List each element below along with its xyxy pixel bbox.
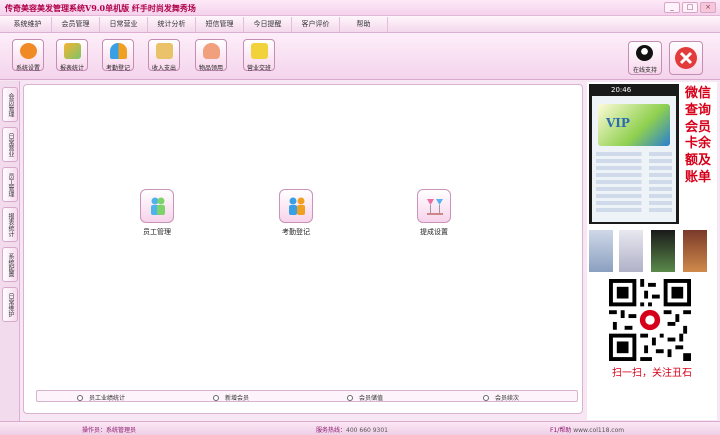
toolbar-label: 报表统计	[59, 65, 84, 72]
sidebar-item-maintenance[interactable]: 日常维护	[2, 287, 18, 322]
menu-daily[interactable]: 日常营业	[100, 17, 148, 32]
toolbar-system-settings-button[interactable]: 系统设置	[12, 39, 44, 72]
radio-label: 新增会员	[225, 395, 250, 402]
phone-list	[596, 152, 672, 215]
radio-circle	[347, 394, 353, 401]
toolbar-label: 物品领用	[198, 65, 223, 72]
qr-code-image	[609, 279, 691, 361]
radio-new-member[interactable]: 新增会员	[213, 393, 249, 402]
exit-x-icon	[675, 47, 697, 69]
title-bar: 传奇美容美发管理系统V9.0单机版 纤手时尚发舞秀场 _ □ ×	[0, 0, 720, 16]
window-title: 传奇美容美发管理系统V9.0单机版 纤手时尚发舞秀场	[5, 3, 196, 13]
commission-settings-label: 提成设置	[420, 228, 448, 236]
radio-label: 会员储值	[359, 395, 384, 402]
menu-stats[interactable]: 统计分析	[148, 17, 196, 32]
menu-member[interactable]: 会员管理	[52, 17, 100, 32]
radio-label: 会员续次	[495, 395, 520, 402]
online-support-button[interactable]: 在线支持	[628, 41, 662, 75]
staff-management-label: 员工管理	[143, 228, 171, 236]
toolbar-label: 收入支出	[151, 65, 176, 72]
toolbar-income-button[interactable]: 收入支出	[148, 39, 180, 72]
hotline-value: 400 660 9301	[346, 427, 389, 434]
sidebar-item-member[interactable]: 会员管理	[2, 87, 18, 122]
staff-management-button[interactable]	[140, 189, 174, 223]
vip-label: VIP	[606, 116, 630, 130]
menu-bar: 系统维护 会员管理 日常营业 统计分析 短信管理 今日提醒 客户评价 帮助	[0, 16, 720, 33]
qr-caption: 扫一扫，关注丑石	[612, 368, 692, 379]
toolbar-handover-button[interactable]: 营业交班	[243, 39, 275, 72]
toolbar-label: 营业交班	[246, 65, 271, 72]
sidebar-item-config[interactable]: 系统配置	[2, 247, 18, 282]
exit-button[interactable]	[669, 41, 703, 75]
thumbnail-image	[651, 230, 675, 272]
sidebar-item-reports[interactable]: 报表统计	[2, 207, 18, 242]
help-status[interactable]: F1/帮助 www.col118.com	[550, 425, 624, 434]
ad-panel: 20:46 VIP 微信查询会员卡余额及账单 扫一扫，关注丑石	[587, 82, 717, 420]
status-bar: 操作员：系统管理员 服务热线：400 660 9301 F1/帮助 www.co…	[0, 421, 720, 435]
handover-icon	[251, 43, 268, 59]
vip-card-image: VIP	[598, 104, 670, 146]
radio-circle	[213, 394, 219, 401]
radio-staff-performance[interactable]: 员工业绩统计	[77, 393, 125, 402]
phone-mockup-image: 20:46 VIP	[589, 84, 679, 224]
sidebar: 会员管理 日常营业 员工管理 报表统计 系统配置 日常维护	[0, 81, 20, 421]
menu-system[interactable]: 系统维护	[4, 17, 52, 32]
radio-circle	[483, 394, 489, 401]
phone-screen: VIP	[592, 96, 676, 222]
staff-icon	[151, 197, 165, 215]
sidebar-item-staff[interactable]: 员工管理	[2, 167, 18, 202]
gear-icon	[20, 43, 37, 59]
toolbar-report-button[interactable]: 报表统计	[56, 39, 88, 72]
help-label: F1/帮助	[550, 427, 572, 434]
minimize-button[interactable]: _	[664, 2, 680, 13]
toolbar-label: 系统设置	[15, 65, 40, 72]
hotline-status: 服务热线：400 660 9301	[316, 425, 388, 434]
menu-sms[interactable]: 短信管理	[196, 17, 244, 32]
menu-feedback[interactable]: 客户评价	[292, 17, 340, 32]
thumbnail-image	[683, 230, 707, 272]
radio-member-renew[interactable]: 会员续次	[483, 393, 519, 402]
commission-icon	[427, 199, 443, 215]
attendance-icon	[110, 43, 127, 59]
toolbar-items-button[interactable]: 物品领用	[195, 39, 227, 72]
online-support-label: 在线支持	[632, 67, 657, 74]
operator-status: 操作员：系统管理员	[82, 425, 136, 434]
attendance-button[interactable]	[279, 189, 313, 223]
toolbar-attendance-button[interactable]: 考勤登记	[102, 39, 134, 72]
attendance-label: 考勤登记	[282, 228, 310, 236]
operator-label: 操作员：	[82, 427, 107, 434]
hotline-label: 服务热线：	[316, 427, 347, 434]
sidebar-item-daily[interactable]: 日常营业	[2, 127, 18, 162]
phone-time: 20:46	[611, 86, 632, 94]
shortcut-radio-bar: 员工业绩统计 新增会员 会员储值 会员续次	[36, 390, 578, 402]
radio-label: 员工业绩统计	[89, 395, 126, 402]
menu-help[interactable]: 帮助	[340, 17, 388, 32]
hand-icon	[203, 43, 220, 59]
close-button[interactable]: ×	[700, 2, 716, 13]
commission-settings-button[interactable]	[417, 189, 451, 223]
radio-member-deposit[interactable]: 会员储值	[347, 393, 383, 402]
product-thumbnails	[589, 230, 715, 274]
toolbar-label: 考勤登记	[105, 65, 130, 72]
ad-vertical-title: 微信查询会员卡余额及账单	[684, 86, 711, 185]
report-icon	[64, 43, 81, 59]
window-controls: _ □ ×	[664, 2, 716, 13]
ledger-icon	[156, 43, 173, 59]
operator-value: 系统管理员	[106, 427, 137, 434]
main-panel: 员工管理 考勤登记 提成设置	[23, 84, 583, 414]
menu-reminder[interactable]: 今日提醒	[244, 17, 292, 32]
qq-penguin-icon	[636, 45, 653, 61]
thumbnail-image	[589, 230, 613, 272]
maximize-button[interactable]: □	[682, 2, 698, 13]
toolbar: 系统设置 报表统计 考勤登记 收入支出 物品领用 营业交班 在线支持	[0, 33, 720, 80]
thumbnail-image	[619, 230, 643, 272]
attendance-icon	[289, 197, 305, 215]
help-url-link[interactable]: www.col118.com	[573, 427, 624, 434]
radio-circle	[77, 394, 83, 401]
